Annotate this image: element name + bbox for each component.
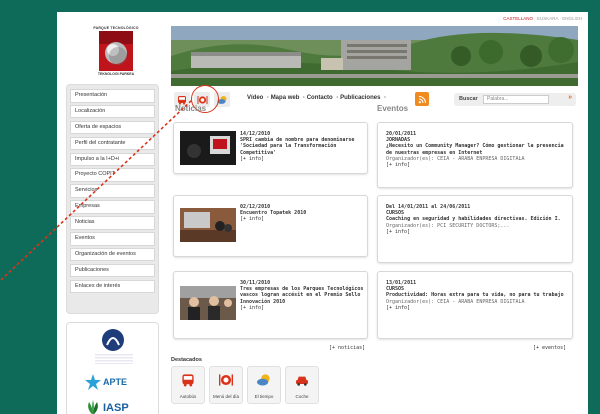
- event-card[interactable]: 20/01/2011 JORNADAS ¿Necesito un Communi…: [377, 122, 573, 188]
- destacado-autobus[interactable]: Autobús: [171, 366, 205, 404]
- news-thumb-3: [180, 286, 236, 320]
- page: CASTELLANO · EUSKARA · ENGLISH PARQUE TE…: [57, 12, 588, 414]
- event-more-link[interactable]: [+ info]: [386, 162, 568, 168]
- sidebar-menu: Presentación Localización Oferta de espa…: [66, 84, 159, 314]
- news-card[interactable]: 14/12/2010 SPRI cambia de nombre para de…: [173, 122, 368, 174]
- weather-icon: [257, 374, 270, 386]
- logo-top-text: PARQUE TECNOLÓGICO: [93, 26, 139, 30]
- sidebar-item-localizacion[interactable]: Localización: [70, 104, 155, 119]
- more-events-link[interactable]: [+ eventos]: [533, 345, 566, 351]
- event-card[interactable]: 13/01/2011 CURSOS Productividad: Horas e…: [377, 271, 573, 339]
- event-more-link[interactable]: [+ info]: [386, 229, 568, 235]
- toolbar: Vídeo · Mapa web · Contacto · Publicacio…: [171, 90, 578, 110]
- sidebar-item-publicaciones[interactable]: Publicaciones: [70, 263, 155, 278]
- sidebar-item-eventos[interactable]: Eventos: [70, 232, 155, 246]
- lang-active[interactable]: CASTELLANO: [503, 16, 533, 21]
- search-clear-icon[interactable]: »: [568, 94, 572, 101]
- header-photo: [171, 26, 578, 86]
- nav-video[interactable]: Vídeo: [247, 95, 263, 101]
- destacado-coche[interactable]: Coche: [285, 366, 319, 404]
- event-title[interactable]: Coaching en seguridad y habilidades dire…: [386, 216, 568, 222]
- search-input[interactable]: Palabra...: [483, 95, 549, 104]
- event-card[interactable]: Del 14/01/2011 al 24/06/2011 CURSOS Coac…: [377, 195, 573, 263]
- language-switcher[interactable]: CASTELLANO · EUSKARA · ENGLISH: [503, 16, 582, 21]
- partner-iasp-label: IASP: [103, 402, 129, 414]
- news-thumb-2: [180, 208, 236, 242]
- event-more-link[interactable]: [+ info]: [386, 305, 568, 311]
- news-thumb-1: [180, 131, 236, 165]
- menu-del-dia-icon: [219, 374, 233, 386]
- iasp-leaf-icon: [88, 400, 98, 414]
- destacado-label: Autobús: [179, 394, 197, 399]
- event-title[interactable]: Productividad: Horas extra para tu vida,…: [386, 292, 568, 298]
- sidebar-item-enlaces[interactable]: Enlaces de interés: [70, 279, 155, 294]
- nav-mapa-web[interactable]: Mapa web: [271, 95, 300, 101]
- news-heading: Noticias: [175, 104, 207, 113]
- events-heading: Eventos: [377, 104, 409, 113]
- top-nav: Vídeo · Mapa web · Contacto · Publicacio…: [247, 95, 387, 101]
- news-title[interactable]: SPRI cambia de nombre para denominarse '…: [240, 137, 364, 156]
- destacado-menu[interactable]: Menú del día: [209, 366, 243, 404]
- partner-apte-label: APTE: [103, 377, 128, 387]
- sidebar-item-servicios[interactable]: Servicios: [70, 184, 155, 198]
- more-news-link[interactable]: [+ noticias]: [329, 345, 365, 351]
- partner-1-icon: [102, 329, 124, 351]
- rss-icon[interactable]: [415, 92, 429, 106]
- sidebar-item-presentacion[interactable]: Presentación: [70, 89, 155, 103]
- lang-others[interactable]: · EUSKARA · ENGLISH: [534, 16, 582, 21]
- search-box: Buscar Palabra... »: [454, 93, 576, 106]
- destacado-label: Coche: [295, 394, 309, 399]
- nav-contacto[interactable]: Contacto: [307, 95, 333, 101]
- partner-logo-iasp[interactable]: IASP: [85, 399, 145, 414]
- sidebar-item-oferta-espacios[interactable]: Oferta de espacios: [70, 120, 155, 135]
- logo-mark-icon: [99, 31, 133, 71]
- logo-bottom-text: TEKNOLOGI PARKEA: [97, 72, 135, 76]
- news-more-link[interactable]: [+ info]: [240, 216, 364, 222]
- bus-icon: [182, 374, 194, 387]
- partner-logo-apte[interactable]: APTE: [85, 373, 145, 391]
- nav-publicaciones[interactable]: Publicaciones: [340, 95, 380, 101]
- partner-logo-1[interactable]: [97, 327, 129, 353]
- site-logo[interactable]: PARQUE TECNOLÓGICO TEKNOLOGI PARKEA: [93, 26, 139, 86]
- news-more-link[interactable]: [+ info]: [240, 305, 364, 311]
- event-title[interactable]: ¿Necesito un Community Manager? Cómo ges…: [386, 143, 568, 155]
- apte-star-icon: [85, 374, 101, 390]
- partners-box: APTE IASP: [66, 322, 159, 414]
- news-card[interactable]: 02/12/2010 Encuentro Topatek 2010 [+ inf…: [173, 195, 368, 257]
- sidebar-item-empresas[interactable]: Empresas: [70, 200, 155, 214]
- sidebar-item-organizacion-eventos[interactable]: Organización de eventos: [70, 247, 155, 262]
- sidebar-item-perfil-contratante[interactable]: Perfil del contratante: [70, 136, 155, 151]
- car-icon: [296, 376, 308, 386]
- news-title[interactable]: Tres empresas de los Parques Tecnológico…: [240, 286, 364, 305]
- news-card[interactable]: 30/11/2010 Tres empresas de los Parques …: [173, 271, 368, 339]
- partner-1-caption: [95, 354, 133, 364]
- destacado-label: El tiempo: [254, 394, 274, 399]
- news-more-link[interactable]: [+ info]: [240, 156, 364, 162]
- destacado-tiempo[interactable]: El tiempo: [247, 366, 281, 404]
- sidebar-item-proyecto-copit[interactable]: Proyecto COPIT: [70, 168, 155, 182]
- search-label: Buscar: [459, 96, 478, 102]
- sidebar-item-noticias[interactable]: Noticias: [70, 216, 155, 230]
- destacado-label: Menú del día: [212, 394, 240, 399]
- destacados-heading: Destacados: [171, 357, 202, 363]
- sidebar-item-impulso-idi[interactable]: Impulso a la I+D+i: [70, 152, 155, 167]
